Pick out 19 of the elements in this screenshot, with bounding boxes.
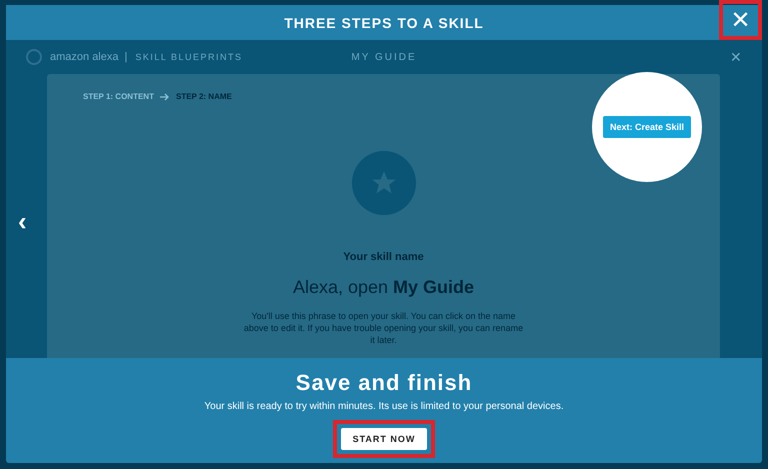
background-close-button[interactable]: ✕ bbox=[730, 49, 742, 65]
start-now-button[interactable]: START NOW bbox=[340, 428, 428, 450]
help-text: You'll use this phrase to open your skill. You can click on the name above to edit it. If you have trouble opening your skill, you can rename it later. bbox=[244, 310, 524, 346]
brand-divider: | bbox=[124, 51, 128, 63]
logo-ring-icon bbox=[26, 49, 42, 65]
close-button[interactable]: ✕ bbox=[719, 0, 762, 40]
invocation-phrase[interactable]: Alexa, open My Guide bbox=[292, 277, 474, 298]
dialog-title: THREE STEPS TO A SKILL bbox=[284, 14, 484, 30]
skill-name-label: Your skill name bbox=[343, 251, 424, 263]
next-button[interactable]: Next: Create Skill bbox=[602, 116, 692, 138]
brand-name: amazon alexa bbox=[50, 51, 118, 63]
step-tab[interactable]: STEP 1: CONTENT bbox=[83, 92, 154, 101]
section-name: SKILL BLUEPRINTS bbox=[135, 52, 243, 62]
footer-title: Save and finish bbox=[296, 370, 472, 396]
page-title: MY GUIDE bbox=[351, 52, 417, 62]
step-tab[interactable]: STEP 2: NAME bbox=[176, 92, 232, 101]
footer-text: Your skill is ready to try within minutes. Its use is limited to your personal devices. bbox=[204, 401, 564, 412]
arrow-icon bbox=[160, 92, 170, 100]
previous-button[interactable]: ‹ bbox=[14, 208, 31, 234]
